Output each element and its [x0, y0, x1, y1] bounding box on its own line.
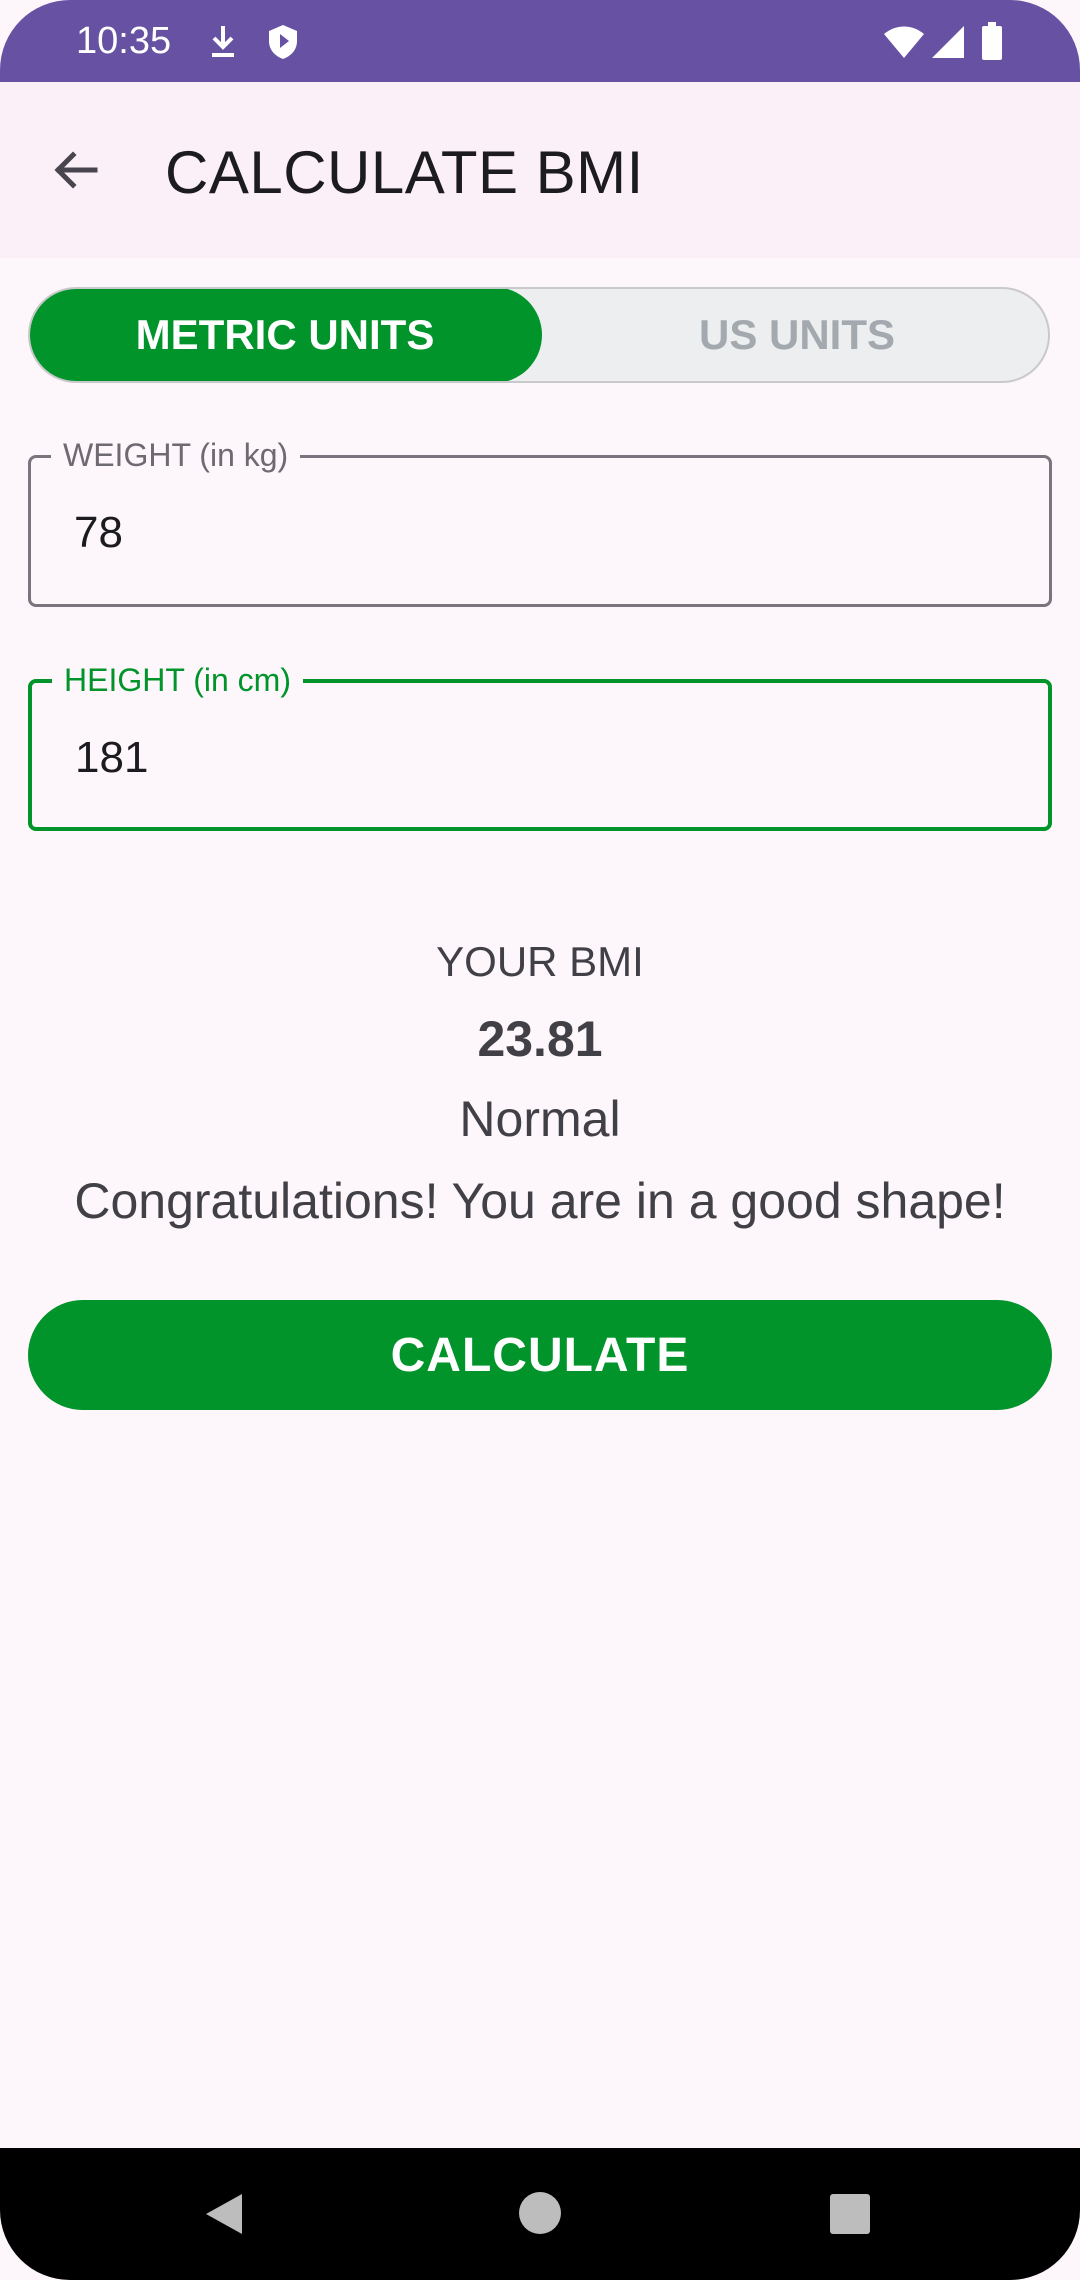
metric-units-tab[interactable]: METRIC UNITS [30, 289, 542, 381]
weight-field-label: WEIGHT (in kg) [51, 436, 301, 474]
app-bar: CALCULATE BMI [0, 82, 1080, 258]
bmi-result-value: 23.81 [477, 1011, 603, 1067]
bmi-result-label: YOUR BMI [436, 938, 644, 985]
nav-home-icon[interactable] [517, 2190, 563, 2241]
status-time: 10:35 [76, 20, 172, 62]
download-icon [208, 22, 238, 67]
weight-input[interactable] [74, 508, 974, 558]
height-input[interactable] [75, 733, 975, 783]
calculate-button[interactable]: CALCULATE [28, 1300, 1052, 1410]
height-field[interactable]: HEIGHT (in cm) [28, 661, 1052, 831]
us-units-tab[interactable]: US UNITS [542, 289, 1048, 381]
system-nav-bar [0, 2148, 1080, 2280]
signal-icon [930, 24, 966, 65]
arrow-back-icon [51, 145, 101, 200]
weight-field[interactable]: WEIGHT (in kg) [28, 436, 1052, 607]
shield-icon [266, 22, 300, 67]
height-field-label: HEIGHT (in cm) [52, 661, 303, 699]
status-bar: 10:35 [0, 0, 1080, 82]
bmi-message: Congratulations! You are in a good shape… [74, 1173, 1006, 1229]
bmi-category: Normal [459, 1091, 621, 1147]
battery-icon [980, 22, 1004, 65]
page-title: CALCULATE BMI [165, 139, 644, 206]
nav-recents-icon[interactable] [828, 2192, 872, 2241]
wifi-icon [882, 24, 926, 65]
units-toggle: METRIC UNITS US UNITS [28, 287, 1050, 383]
back-button[interactable] [30, 126, 122, 218]
nav-back-icon[interactable] [200, 2190, 248, 2243]
